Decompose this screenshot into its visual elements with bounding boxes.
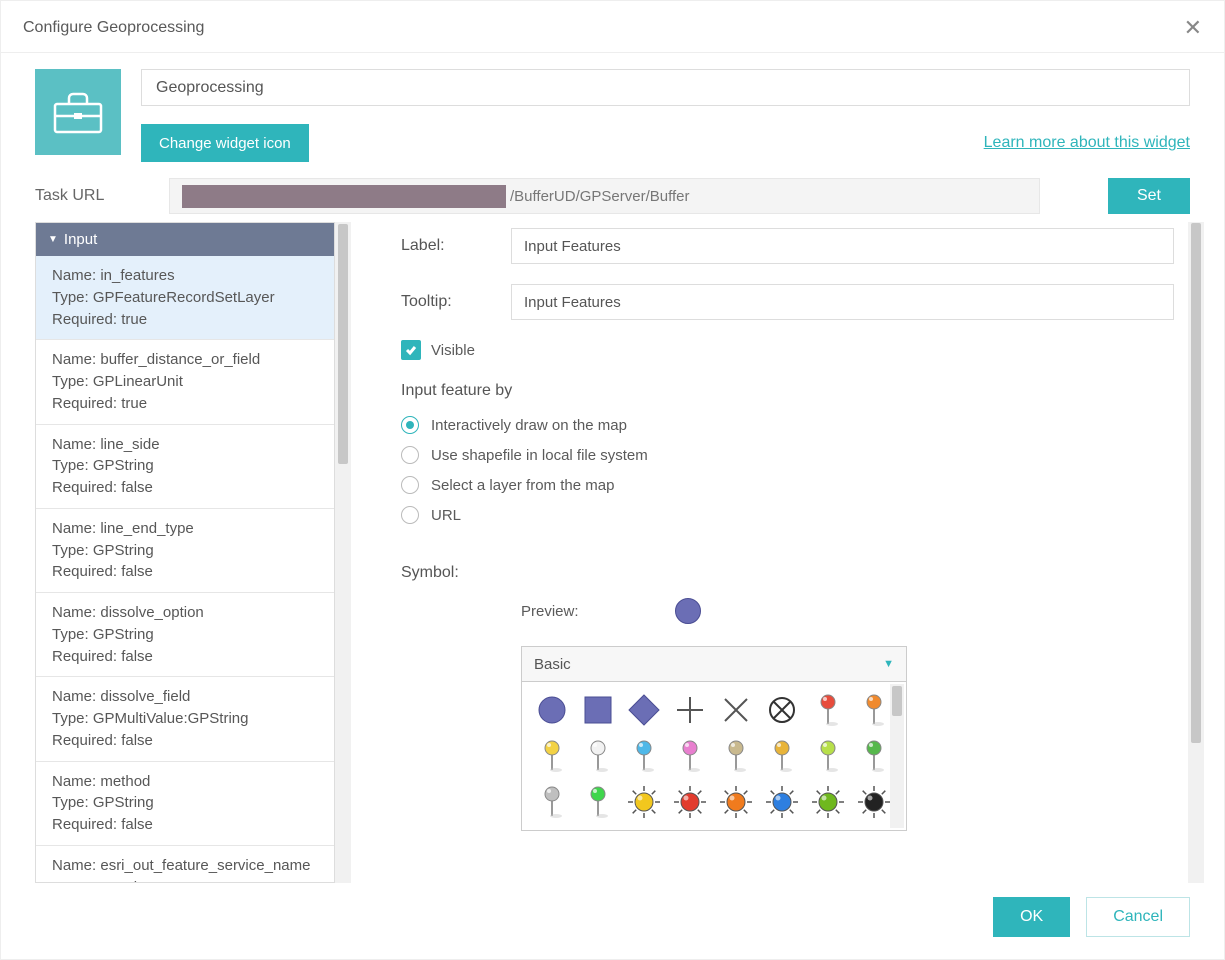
palette-symbol[interactable] xyxy=(668,780,712,824)
widget-icon-tile[interactable] xyxy=(35,69,121,155)
palette-symbol[interactable] xyxy=(622,780,666,824)
radio-icon xyxy=(401,416,419,434)
visible-checkbox-row[interactable]: Visible xyxy=(401,340,1174,360)
preview-label: Preview: xyxy=(521,603,579,620)
palette-symbol[interactable] xyxy=(622,734,666,778)
cancel-button[interactable]: Cancel xyxy=(1086,897,1190,937)
palette-symbol[interactable] xyxy=(714,734,758,778)
configure-dialog: Configure Geoprocessing ✕ Change widget … xyxy=(0,0,1225,960)
footer: OK Cancel xyxy=(1,883,1224,959)
set-button[interactable]: Set xyxy=(1108,178,1190,214)
tooltip-field-label: Tooltip: xyxy=(401,293,511,311)
label-field[interactable] xyxy=(511,228,1174,264)
parameter-list: Name: in_featuresType: GPFeatureRecordSe… xyxy=(36,256,334,882)
input-feature-option[interactable]: Select a layer from the map xyxy=(401,476,1174,494)
left-scrollbar[interactable] xyxy=(335,222,351,883)
parameter-item[interactable]: Name: buffer_distance_or_fieldType: GPLi… xyxy=(36,340,334,424)
palette-symbol[interactable] xyxy=(806,780,850,824)
input-group-header[interactable]: ▼ Input xyxy=(36,223,334,256)
palette-symbol[interactable] xyxy=(530,780,574,824)
close-icon[interactable]: ✕ xyxy=(1184,15,1202,41)
palette-symbol[interactable] xyxy=(714,780,758,824)
palette-symbol[interactable] xyxy=(714,688,758,732)
input-feature-option[interactable]: Use shapefile in local file system xyxy=(401,446,1174,464)
url-visible-suffix: /BufferUD/GPServer/Buffer xyxy=(510,188,690,205)
header: Change widget icon Learn more about this… xyxy=(1,53,1224,168)
input-feature-option[interactable]: Interactively draw on the map xyxy=(401,416,1174,434)
visible-checkbox[interactable] xyxy=(401,340,421,360)
parameter-item[interactable]: Name: methodType: GPStringRequired: fals… xyxy=(36,762,334,846)
chevron-down-icon: ▼ xyxy=(883,658,894,670)
parameter-item[interactable]: Name: dissolve_optionType: GPStringRequi… xyxy=(36,593,334,677)
palette-symbol[interactable] xyxy=(760,780,804,824)
palette-symbol[interactable] xyxy=(576,734,620,778)
input-feature-option[interactable]: URL xyxy=(401,506,1174,524)
ok-button[interactable]: OK xyxy=(993,897,1070,937)
parameters-panel: ▼ Input Name: in_featuresType: GPFeature… xyxy=(35,222,335,883)
header-main: Change widget icon Learn more about this… xyxy=(141,69,1190,162)
task-url-input[interactable]: /BufferUD/GPServer/Buffer xyxy=(169,178,1040,214)
task-url-label: Task URL xyxy=(35,187,155,205)
palette-symbol[interactable] xyxy=(576,688,620,732)
label-field-label: Label: xyxy=(401,237,511,255)
collapse-icon: ▼ xyxy=(48,234,58,245)
visible-label: Visible xyxy=(431,342,475,359)
palette-symbol[interactable] xyxy=(760,734,804,778)
right-scrollbar[interactable] xyxy=(1188,222,1204,883)
palette-symbol[interactable] xyxy=(576,780,620,824)
parameter-item[interactable]: Name: line_sideType: GPStringRequired: f… xyxy=(36,425,334,509)
widget-name-input[interactable] xyxy=(141,69,1190,106)
radio-icon xyxy=(401,446,419,464)
parameter-item[interactable]: Name: line_end_typeType: GPStringRequire… xyxy=(36,509,334,593)
learn-more-link[interactable]: Learn more about this widget xyxy=(984,134,1190,152)
change-widget-icon-button[interactable]: Change widget icon xyxy=(141,124,309,162)
palette-symbol[interactable] xyxy=(806,688,850,732)
dialog-title: Configure Geoprocessing xyxy=(23,19,204,37)
input-group-label: Input xyxy=(64,231,97,248)
symbol-palette xyxy=(521,682,907,831)
input-feature-by-options: Interactively draw on the map Use shapefi… xyxy=(401,416,1174,524)
radio-icon xyxy=(401,506,419,524)
radio-icon xyxy=(401,476,419,494)
parameter-form: Label: Tooltip: Visible Input feature by… xyxy=(351,222,1184,883)
titlebar: Configure Geoprocessing ✕ xyxy=(1,1,1224,53)
symbol-category-value: Basic xyxy=(534,656,571,673)
palette-symbol[interactable] xyxy=(530,688,574,732)
palette-symbol[interactable] xyxy=(760,688,804,732)
symbol-preview xyxy=(675,598,701,624)
parameter-item[interactable]: Name: in_featuresType: GPFeatureRecordSe… xyxy=(36,256,334,340)
palette-scrollbar[interactable] xyxy=(890,684,904,828)
palette-symbol[interactable] xyxy=(806,734,850,778)
palette-symbol[interactable] xyxy=(668,734,712,778)
symbol-label: Symbol: xyxy=(401,564,1174,582)
check-icon xyxy=(404,343,418,357)
palette-symbol[interactable] xyxy=(668,688,712,732)
palette-grid xyxy=(530,688,898,824)
parameter-item[interactable]: Name: dissolve_fieldType: GPMultiValue:G… xyxy=(36,677,334,761)
toolbox-icon xyxy=(53,90,103,134)
body: ▼ Input Name: in_featuresType: GPFeature… xyxy=(1,222,1224,883)
task-url-row: Task URL /BufferUD/GPServer/Buffer Set xyxy=(1,168,1224,222)
palette-symbol[interactable] xyxy=(530,734,574,778)
symbol-category-select[interactable]: Basic ▼ xyxy=(521,646,907,682)
left-wrap: ▼ Input Name: in_featuresType: GPFeature… xyxy=(35,222,351,883)
parameter-item[interactable]: Name: esri_out_feature_service_nameType:… xyxy=(36,846,334,882)
url-redacted xyxy=(182,185,506,208)
tooltip-field[interactable] xyxy=(511,284,1174,320)
input-feature-by-label: Input feature by xyxy=(401,382,1174,400)
palette-symbol[interactable] xyxy=(622,688,666,732)
